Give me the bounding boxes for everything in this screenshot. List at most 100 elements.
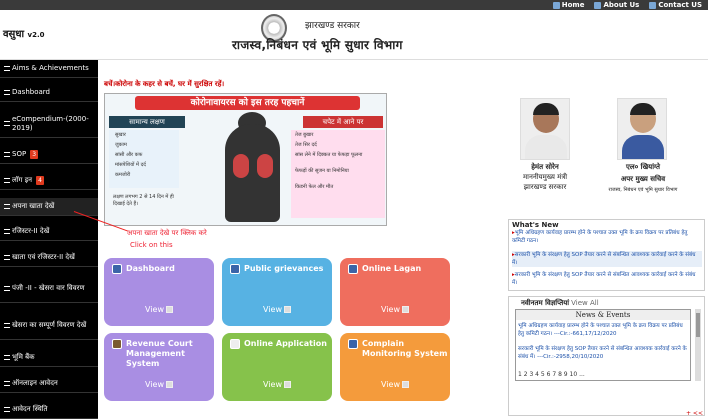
sidebar: Aims & Achievements Dashboard eCompendiu… bbox=[0, 60, 98, 419]
broken-image-icon bbox=[401, 306, 409, 313]
severe-item: तेज सिर दर्द bbox=[295, 142, 317, 148]
menu-icon bbox=[4, 255, 10, 260]
broken-image-icon bbox=[283, 381, 291, 388]
tile-online-lagan[interactable]: Online Lagan View bbox=[340, 258, 450, 326]
lagan-icon bbox=[348, 264, 358, 274]
covid-info-banner: कोरोनावायरस को इस तरह पहचानें सामान्य लक… bbox=[104, 93, 387, 226]
court-icon bbox=[112, 339, 122, 349]
severe-item: तेज बुखार bbox=[295, 132, 314, 138]
sidebar-item-label: पंजी -II - खेसरा वार विवरण bbox=[12, 284, 85, 292]
news-item[interactable]: सरकारी भूमि के संरक्षण हेतु SOP तैयार कर… bbox=[518, 345, 690, 361]
news-scrollbar[interactable] bbox=[695, 309, 701, 381]
tile-view-link[interactable]: View bbox=[222, 305, 332, 314]
nav-about[interactable]: About Us bbox=[594, 1, 639, 9]
nav-home[interactable]: Home bbox=[552, 1, 585, 9]
menu-icon bbox=[4, 90, 10, 95]
covid-right-heading: चपेट में आने पर bbox=[303, 116, 383, 128]
menu-icon bbox=[4, 178, 10, 183]
info-icon bbox=[594, 1, 602, 9]
sidebar-item-aims[interactable]: Aims & Achievements bbox=[0, 60, 98, 78]
tile-dashboard[interactable]: Dashboard View bbox=[104, 258, 214, 326]
tile-public-grievances[interactable]: Public grievances View bbox=[222, 258, 332, 326]
login-count-badge: 4 bbox=[36, 176, 44, 185]
scroll-thumb[interactable] bbox=[696, 313, 700, 337]
severe-item: फेफड़ों की सूजन या निमोनिया bbox=[295, 168, 349, 174]
left-lung-icon bbox=[233, 154, 249, 178]
menu-icon bbox=[4, 286, 10, 291]
symptom-item: सांसी और कफ bbox=[115, 152, 143, 158]
tile-view-link[interactable]: View bbox=[104, 305, 214, 314]
view-all-link[interactable]: View All bbox=[571, 299, 599, 307]
annotation-english: Click on this bbox=[130, 241, 173, 249]
menu-icon bbox=[4, 152, 10, 157]
symptom-item: सुखार bbox=[115, 132, 126, 138]
sidebar-item-label: लॉग इन bbox=[12, 176, 33, 184]
gov-name: झारखण्ड सरकार bbox=[305, 21, 360, 31]
sidebar-item-register-2[interactable]: रजिस्टर-II देखें bbox=[0, 223, 98, 241]
sidebar-item-label: भूमि बैंक bbox=[12, 353, 35, 361]
whats-new-item[interactable]: ▸सरकारी भूमि के संरक्षण हेतु SOP तैयार क… bbox=[512, 271, 702, 287]
tile-online-application[interactable]: Online Application View bbox=[222, 333, 332, 401]
news-pager[interactable]: 1 2 3 4 5 6 7 8 9 10 ... bbox=[518, 371, 585, 378]
view-label: View bbox=[145, 305, 164, 314]
sidebar-item-label: SOP bbox=[12, 150, 27, 158]
cm-name: हेमंत सोरेन bbox=[531, 163, 559, 171]
covid-left-heading: सामान्य लक्षण bbox=[109, 116, 185, 128]
site-header: वसुधा v2.0 झारखण्ड सरकार राजस्व,निबंधन ए… bbox=[0, 10, 708, 60]
secretary-shirt bbox=[622, 135, 664, 159]
sidebar-item-ecompendium[interactable]: eCompendium-(2000-2019) bbox=[0, 110, 98, 138]
contact-icon bbox=[649, 1, 657, 9]
tile-label: Public grievances bbox=[244, 264, 324, 273]
sidebar-item-online-apply[interactable]: ऑनलाइन आवेदन bbox=[0, 375, 98, 393]
menu-icon bbox=[4, 407, 10, 412]
sidebar-item-label: Dashboard bbox=[12, 88, 50, 96]
news-events-box: News & Events भूमि अधिग्रहण कार्यवाह प्र… bbox=[515, 309, 691, 381]
cm-photo bbox=[520, 98, 570, 160]
grievance-icon bbox=[230, 264, 240, 274]
severe-item: सांस लेने में दिक्कत या फेफड़ा फूलना bbox=[295, 152, 363, 158]
news-item[interactable]: भूमि अधिग्रहण कार्यवाह प्रारम्भ होने के … bbox=[518, 322, 690, 338]
sidebar-item-my-account[interactable]: अपना खाता देखें bbox=[0, 198, 98, 216]
view-label: View bbox=[381, 305, 400, 314]
whats-new-item[interactable]: ▸सरकारी भूमि के संरक्षण हेतु SOP तैयार क… bbox=[512, 251, 702, 267]
covid-warning-text: बचें।कोरोना के कहर से बचें, घर में सुरक्… bbox=[104, 80, 225, 88]
whats-new-text: सरकारी भूमि के संरक्षण हेतु SOP तैयार कर… bbox=[512, 252, 696, 266]
secretary-photo bbox=[617, 98, 667, 160]
broken-image-icon bbox=[283, 306, 291, 313]
cm-gov: झारखण्ड सरकार bbox=[523, 183, 567, 191]
sidebar-item-app-status[interactable]: आवेदन स्थिति bbox=[0, 401, 98, 419]
footer-mark: + << bbox=[686, 410, 703, 417]
sidebar-item-khata-register[interactable]: खाता एवं रजिस्टर-II देखें bbox=[0, 249, 98, 267]
tile-complain-monitoring[interactable]: Complain Monitoring System View bbox=[340, 333, 450, 401]
tile-label: Revenue Court Management System bbox=[126, 339, 193, 368]
cm-role: माननीयमुख्य मंत्री bbox=[522, 173, 568, 181]
menu-icon bbox=[4, 66, 10, 71]
tile-revenue-court[interactable]: Revenue Court Management System View bbox=[104, 333, 214, 401]
secretary-role: अपर मुख्य सचिव bbox=[620, 175, 666, 183]
severe-item: किडनी फेल और मौत bbox=[295, 184, 334, 190]
whats-new-text: भूमि अधिग्रहण कार्यवाह प्रारम्भ होने के … bbox=[512, 230, 688, 244]
whats-new-item[interactable]: ▸भूमि अधिग्रहण कार्यवाह प्रारम्भ होने के… bbox=[512, 229, 702, 245]
nav-contact[interactable]: Contact US bbox=[649, 1, 702, 9]
notifications-panel: नवीनतम विज्ञप्तियां View All News & Event… bbox=[508, 296, 705, 416]
sidebar-item-land-bank[interactable]: भूमि बैंक bbox=[0, 349, 98, 367]
sidebar-item-login[interactable]: लॉग इन 4 bbox=[0, 172, 98, 190]
brand-logo[interactable]: वसुधा v2.0 bbox=[3, 26, 45, 40]
cm-shirt bbox=[525, 135, 567, 159]
menu-icon bbox=[4, 323, 10, 328]
view-label: View bbox=[381, 380, 400, 389]
sidebar-item-khesra-details[interactable]: खेसरा का सम्पूर्ण विवरण देखें bbox=[0, 312, 98, 340]
tile-view-link[interactable]: View bbox=[222, 380, 332, 389]
nav-home-label: Home bbox=[561, 1, 585, 9]
sidebar-item-panji-2[interactable]: पंजी -II - खेसरा वार विवरण bbox=[0, 275, 98, 303]
notifications-title: नवीनतम विज्ञप्तियां bbox=[521, 299, 570, 307]
sidebar-item-label: Aims & Achievements bbox=[12, 64, 89, 72]
tile-view-link[interactable]: View bbox=[340, 305, 450, 314]
sidebar-item-dashboard[interactable]: Dashboard bbox=[0, 84, 98, 102]
sidebar-item-label: ऑनलाइन आवेदन bbox=[12, 379, 58, 387]
secretary-hair bbox=[630, 103, 656, 115]
tile-view-link[interactable]: View bbox=[104, 380, 214, 389]
tile-view-link[interactable]: View bbox=[340, 380, 450, 389]
broken-image-icon bbox=[165, 381, 173, 388]
sidebar-item-sop[interactable]: SOP 3 bbox=[0, 146, 98, 164]
